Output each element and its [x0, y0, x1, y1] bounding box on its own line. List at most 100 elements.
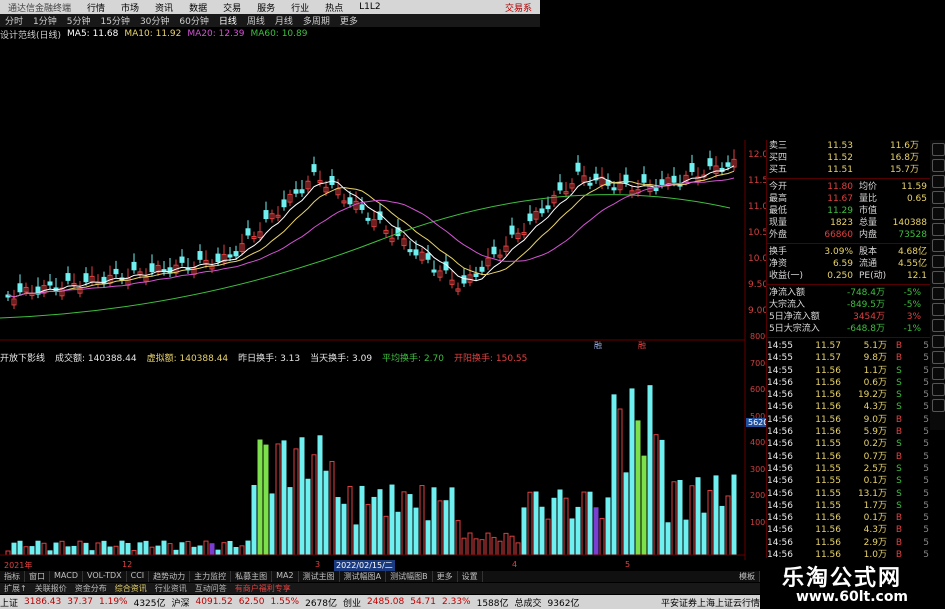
ma-lines — [0, 165, 735, 319]
info-tab[interactable]: 行业资讯 — [151, 583, 191, 594]
indicator-name[interactable]: 开放下影线 — [0, 351, 45, 364]
tool-icon[interactable] — [932, 175, 945, 188]
candle — [359, 204, 365, 210]
tool-icon[interactable] — [932, 191, 945, 204]
volume-bar — [503, 532, 509, 556]
tick-row: 14:55 11.57 5.1万 B 5 — [767, 341, 929, 351]
trade-menu[interactable]: 交易系 — [497, 1, 540, 14]
tool-icon[interactable] — [932, 143, 945, 156]
info-tab[interactable]: 扩展↑ — [0, 583, 31, 594]
ma20-value: MA20: 12.39 — [187, 29, 245, 39]
template-tab[interactable]: 模板 — [735, 571, 760, 582]
menu-item[interactable]: 交易 — [215, 1, 249, 14]
period-tab[interactable]: 多周期 — [298, 14, 335, 27]
period-tab[interactable]: 周线 — [242, 14, 270, 27]
menu-item[interactable]: 热点 — [317, 1, 351, 14]
indicator-tab[interactable]: 主力监控 — [190, 571, 232, 582]
date-label: 3 — [315, 560, 321, 569]
index-pct: 1.55% — [270, 597, 300, 607]
candle — [227, 254, 233, 258]
tick-list[interactable]: 14:55 11.57 5.1万 B 5 14:55 11.57 9.8万 B 5 14:55 11.… — [767, 340, 931, 561]
volume-bar — [347, 485, 353, 556]
info-tab[interactable]: 综合资讯 — [111, 583, 151, 594]
volume-bar — [557, 489, 563, 556]
indicator-tab[interactable]: VOL-TDX — [83, 571, 127, 582]
flow-row: 大宗流入 -849.5万 -5% — [769, 300, 921, 310]
index-amount: 2678亿 — [305, 598, 337, 609]
period-tab[interactable]: 更多 — [335, 14, 363, 27]
candle — [659, 179, 665, 185]
indicator-tab[interactable]: 测试幅图A — [340, 571, 387, 582]
indicator-tab[interactable]: MA2 — [272, 571, 299, 582]
volume-bar — [413, 507, 419, 556]
period-tab[interactable]: 月线 — [270, 14, 298, 27]
index-label[interactable]: 上证 — [0, 596, 18, 609]
period-tab[interactable]: 60分钟 — [174, 14, 213, 27]
tool-icon[interactable] — [932, 207, 945, 220]
ma10-value: MA10: 11.92 — [124, 29, 182, 39]
tool-icon[interactable] — [932, 303, 945, 316]
volume-bar — [599, 518, 605, 556]
tool-icon[interactable] — [932, 239, 945, 252]
menu-item[interactable]: 服务 — [249, 1, 283, 14]
menu-item[interactable]: 市场 — [113, 1, 147, 14]
tool-icon[interactable] — [932, 335, 945, 348]
candle — [149, 263, 155, 273]
menu-item[interactable]: L1L2 — [351, 2, 388, 12]
menu-item[interactable]: 行业 — [283, 1, 317, 14]
tick-row: 14:56 11.56 9.0万 B 5 — [767, 414, 929, 425]
volume-bar — [407, 494, 413, 556]
period-tab-daily[interactable]: 日线 — [214, 14, 242, 27]
indicator-tab[interactable]: 设置 — [458, 571, 483, 582]
index-label[interactable]: 沪深 — [172, 596, 190, 609]
app-title: 通达信金融终端 — [8, 3, 72, 14]
period-tab[interactable]: 5分钟 — [62, 14, 96, 27]
volume-bar — [101, 540, 107, 556]
indicator-tab[interactable]: 测试主图 — [299, 571, 340, 582]
volume-bar — [5, 550, 11, 556]
ma-legend: 设计范线(日线) MA5: 11.68 MA10: 11.92 MA20: 12… — [0, 28, 740, 41]
tool-icon[interactable] — [932, 383, 945, 396]
tool-icon[interactable] — [932, 255, 945, 268]
indicator-tab[interactable]: 窗口 — [25, 571, 50, 582]
candle — [611, 187, 617, 191]
kline-chart[interactable] — [0, 40, 760, 570]
tool-icon[interactable] — [932, 287, 945, 300]
volume-bar — [605, 497, 611, 556]
menu-item[interactable]: 资讯 — [147, 1, 181, 14]
info-tab[interactable]: 资金分布 — [71, 583, 111, 594]
period-tab[interactable]: 30分钟 — [135, 14, 174, 27]
index-label[interactable]: 创业 — [343, 596, 361, 609]
volume-bar — [287, 487, 293, 556]
volume-bar — [89, 550, 95, 556]
indicator-tab[interactable]: 更多 — [433, 571, 458, 582]
indicator-tab[interactable]: 测试幅图B — [386, 571, 433, 582]
candle — [83, 273, 89, 283]
info-tab[interactable]: 关联报价 — [31, 583, 71, 594]
indicator-tab[interactable]: 私募主图 — [231, 571, 273, 582]
indicator-tab[interactable]: CCI — [127, 571, 150, 582]
tool-icon[interactable] — [932, 351, 945, 364]
tool-icon[interactable] — [932, 271, 945, 284]
indicator-tab[interactable]: 指标 — [0, 571, 25, 582]
menu-item[interactable]: 数据 — [181, 1, 215, 14]
indicator-tab[interactable]: 趋势动力 — [149, 571, 191, 582]
side-toolbar — [930, 140, 945, 430]
period-tab[interactable]: 分时 — [0, 14, 28, 27]
menu-item[interactable]: 行情 — [79, 1, 113, 14]
period-tab[interactable]: 1分钟 — [28, 14, 62, 27]
volume-bar — [125, 542, 131, 556]
index-status-bar: 上证 3186.43 37.37 1.19% 4325亿 沪深 4091.52 … — [0, 595, 760, 609]
index-change: 62.50 — [238, 597, 265, 607]
tool-icon[interactable] — [932, 399, 945, 412]
tool-icon[interactable] — [932, 223, 945, 236]
indicator-tab[interactable]: MACD — [50, 571, 83, 582]
info-tab[interactable]: 有商户福利专享 — [231, 583, 295, 594]
candle — [281, 199, 287, 208]
cursor-date: 2022/02/15/二 — [334, 560, 395, 571]
period-tab[interactable]: 15分钟 — [95, 14, 134, 27]
info-tab[interactable]: 互动问答 — [191, 583, 231, 594]
tool-icon[interactable] — [932, 159, 945, 172]
tool-icon[interactable] — [932, 319, 945, 332]
tool-icon[interactable] — [932, 367, 945, 380]
